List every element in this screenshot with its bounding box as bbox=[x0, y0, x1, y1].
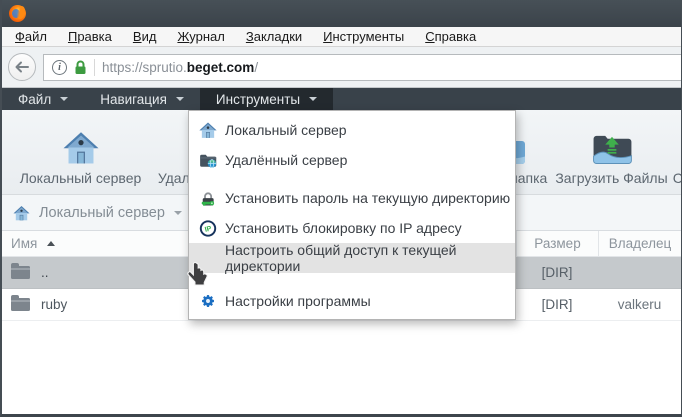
browser-window: Файл Правка Вид Журнал Закладки Инструме… bbox=[0, 0, 682, 417]
url-text: https://sprutio.beget.com/ bbox=[102, 60, 258, 75]
chevron-down-icon bbox=[60, 97, 68, 101]
menu-separator bbox=[189, 273, 515, 286]
toolbar-local-server-button[interactable]: Локальный сервер bbox=[8, 119, 153, 186]
browser-menu-tools[interactable]: Инструменты bbox=[323, 29, 404, 44]
back-button[interactable] bbox=[8, 53, 36, 81]
firefox-icon bbox=[9, 5, 26, 22]
chevron-down-icon bbox=[309, 97, 317, 101]
browser-menu-file[interactable]: Файл bbox=[15, 29, 47, 44]
page-info-icon[interactable]: i bbox=[52, 60, 67, 75]
menu-item-share-directory[interactable]: Настроить общий доступ к текущей директо… bbox=[189, 243, 515, 273]
url-divider bbox=[94, 59, 95, 76]
menu-item-ip-block[interactable]: Установить блокировку по IP адресу bbox=[189, 213, 515, 243]
home-icon bbox=[8, 119, 153, 165]
menu-item-program-settings[interactable]: Настройки программы bbox=[189, 286, 515, 316]
column-header-owner[interactable]: Владелец bbox=[598, 231, 681, 256]
browser-navbar: i https://sprutio.beget.com/ bbox=[2, 47, 681, 88]
url-bar[interactable]: i https://sprutio.beget.com/ bbox=[43, 54, 681, 81]
browser-menu-view[interactable]: Вид bbox=[133, 29, 157, 44]
menu-item-set-password[interactable]: Установить пароль на текущую директорию bbox=[189, 183, 515, 213]
folder-icon bbox=[11, 266, 30, 279]
menu-item-remote-server[interactable]: Удалённый сервер bbox=[189, 145, 515, 175]
tools-dropdown-menu: Локальный сервер Удалённый сервер Устано… bbox=[188, 110, 516, 320]
file-list-empty-area bbox=[2, 321, 681, 416]
menu-separator bbox=[189, 175, 515, 183]
home-icon bbox=[199, 120, 217, 140]
folder-icon bbox=[11, 298, 30, 311]
hand-cursor-icon bbox=[185, 260, 212, 295]
back-arrow-icon bbox=[15, 61, 29, 73]
app-menu-tools[interactable]: Инструменты bbox=[200, 88, 333, 110]
menu-item-local-server[interactable]: Локальный сервер bbox=[189, 115, 515, 145]
sort-ascending-icon bbox=[47, 241, 55, 246]
browser-menu-help[interactable]: Справка bbox=[425, 29, 476, 44]
app-menu-file[interactable]: Файл bbox=[2, 88, 84, 110]
chevron-down-icon bbox=[174, 211, 182, 215]
browser-menu-bookmarks[interactable]: Закладки bbox=[246, 29, 302, 44]
ip-block-icon bbox=[199, 218, 217, 238]
download-icon bbox=[644, 119, 682, 165]
browser-menubar: Файл Правка Вид Журнал Закладки Инструме… bbox=[2, 27, 681, 47]
remote-server-icon bbox=[199, 150, 217, 170]
app-menubar: Файл Навигация Инструменты bbox=[2, 88, 681, 110]
browser-menu-history[interactable]: Журнал bbox=[177, 29, 224, 44]
browser-menu-edit[interactable]: Правка bbox=[68, 29, 112, 44]
breadcrumb[interactable]: Локальный сервер bbox=[13, 205, 182, 221]
app-menu-navigation[interactable]: Навигация bbox=[84, 88, 200, 110]
window-titlebar bbox=[2, 0, 681, 27]
chevron-down-icon bbox=[176, 97, 184, 101]
column-header-size[interactable]: Размер bbox=[516, 231, 598, 256]
toolbar-download-button[interactable]: Скачать bbox=[644, 119, 682, 186]
https-lock-icon[interactable] bbox=[74, 60, 87, 75]
password-lock-icon bbox=[199, 188, 217, 208]
home-icon bbox=[13, 205, 30, 221]
